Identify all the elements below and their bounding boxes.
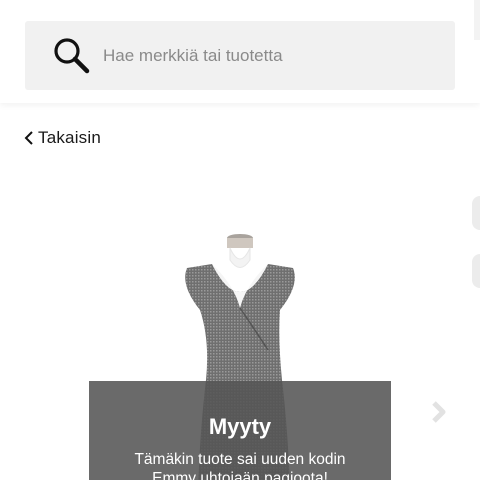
sold-title: Myyty (208, 414, 272, 439)
sold-message-secondary: Emmy uhtoiaän pagioota! (152, 470, 328, 480)
search-icon[interactable] (53, 37, 91, 75)
sold-message: Tämäkin tuote sai uuden kodin (134, 451, 346, 468)
back-label: Takaisin (38, 128, 102, 147)
chevron-right-icon[interactable] (430, 400, 448, 424)
top-header (0, 0, 480, 103)
search-bar[interactable] (25, 21, 455, 90)
back-link[interactable]: Takaisin (24, 128, 101, 148)
chevron-left-icon (24, 131, 33, 145)
edge-divider (474, 0, 480, 40)
search-input[interactable] (103, 41, 433, 71)
sold-overlay: Myyty Tämäkin tuote sai uuden kodin Emmy… (89, 381, 391, 480)
